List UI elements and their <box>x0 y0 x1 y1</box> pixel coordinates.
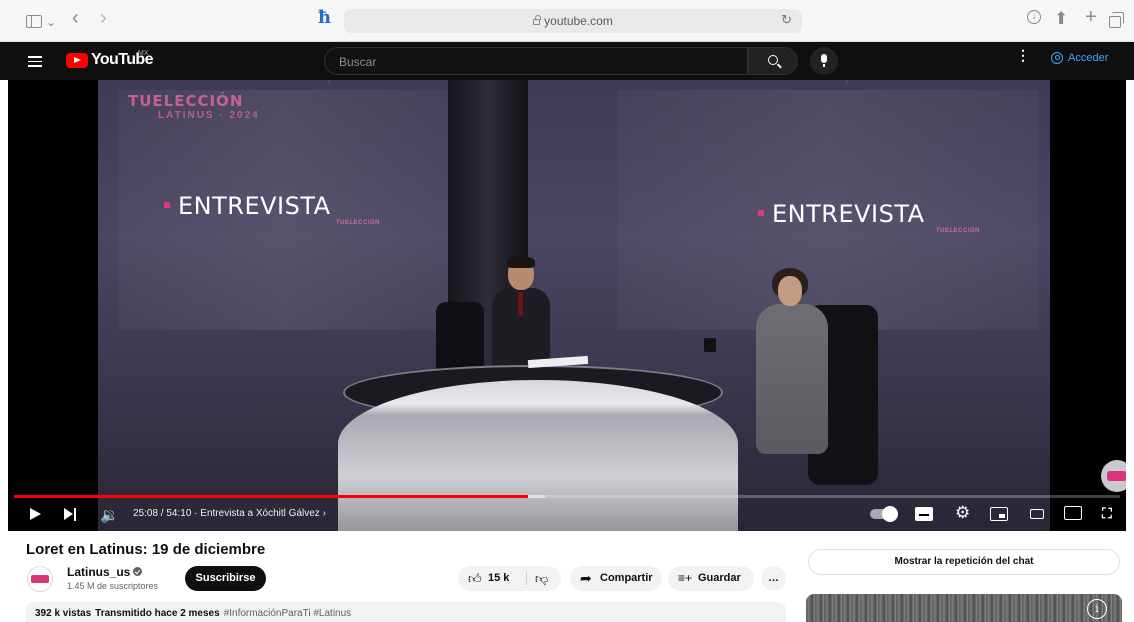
airplay-icon[interactable] <box>1064 506 1082 520</box>
subscriber-count: 1.45 M de suscriptores <box>67 581 159 591</box>
reload-icon[interactable]: ↻ <box>781 12 792 28</box>
share-button[interactable]: ➦ Compartir <box>570 566 662 591</box>
youtube-header: YouTube MX Buscar ⋮ Acceder <box>0 42 1134 80</box>
back-icon[interactable]: ‹ <box>72 8 79 28</box>
settings-gear-icon[interactable]: ⚙ <box>955 503 970 523</box>
channel-name[interactable]: Latinus_us <box>67 565 143 579</box>
overlay-brand-logo: TUELECCIÓN <box>128 92 244 110</box>
chapter-arrow-icon: › <box>322 508 326 519</box>
search-icon <box>768 55 778 65</box>
theater-mode-icon[interactable] <box>1030 509 1044 519</box>
show-chat-replay-button[interactable]: Mostrar la repetición del chat <box>808 549 1120 575</box>
more-options-icon[interactable]: ⋮ <box>1016 48 1030 62</box>
chapter-title: Entrevista a Xóchitl Gálvez <box>200 508 320 519</box>
next-icon[interactable] <box>64 508 78 521</box>
overlay-brand-sub: LATINUS · 2024 <box>158 110 260 121</box>
like-icon[interactable]: 👍︎ <box>468 566 482 591</box>
search-placeholder: Buscar <box>339 55 377 69</box>
forward-icon[interactable]: › <box>100 8 107 28</box>
divider <box>526 572 527 585</box>
extension-icon[interactable]: ħ <box>318 8 331 28</box>
mini-brand-right: TUELECCIÓN <box>936 228 980 234</box>
new-tab-icon[interactable]: + <box>1085 7 1097 27</box>
address-text: youtube.com <box>344 14 802 28</box>
channel-name-text: Latinus_us <box>67 565 131 579</box>
voice-search-button[interactable] <box>810 47 838 75</box>
microphone-icon <box>821 54 827 67</box>
description-box[interactable]: 392 k vistas Transmitido hace 2 meses #Inf… <box>26 602 786 622</box>
menu-icon[interactable] <box>28 56 42 67</box>
sign-in-label: Acceder <box>1068 52 1109 64</box>
search-input[interactable]: Buscar <box>324 47 748 75</box>
progress-bar[interactable] <box>14 495 1120 498</box>
interviewee-figure <box>746 268 836 458</box>
like-dislike-group: 👍︎ 15 k 👎︎ <box>458 566 561 591</box>
play-icon[interactable] <box>30 508 41 520</box>
url-text: youtube.com <box>544 14 613 28</box>
volume-icon[interactable]: 🔉 <box>100 506 119 524</box>
download-icon[interactable]: ↓ <box>1027 10 1041 24</box>
subscribe-button[interactable]: Suscribirse <box>185 566 266 591</box>
sidebar-thumbnail[interactable] <box>806 594 1122 622</box>
account-icon <box>1051 52 1063 64</box>
miniplayer-icon[interactable] <box>990 507 1008 521</box>
segment-title-left: ENTREVISTA <box>164 192 331 220</box>
address-bar[interactable]: youtube.com ↻ <box>344 9 802 33</box>
video-player[interactable]: TUELECCIÓN LATINUS · 2024 ENTREVISTA TUE… <box>8 80 1126 531</box>
hashtags[interactable]: #InformaciónParaTi #Latinus <box>224 608 351 619</box>
separator: · <box>194 508 198 519</box>
youtube-logo-icon[interactable] <box>66 53 88 68</box>
lock-icon <box>533 15 541 25</box>
save-button[interactable]: ≡+ Guardar <box>668 566 754 591</box>
like-count[interactable]: 15 k <box>488 566 509 591</box>
view-count: 392 k vistas <box>35 608 92 619</box>
time-chapter-display[interactable]: 25:08 / 54:10 · Entrevista a Xóchitl Gál… <box>133 508 326 519</box>
add-to-playlist-icon: ≡+ <box>678 571 693 585</box>
channel-avatar[interactable] <box>27 566 53 592</box>
chevron-down-icon[interactable]: ⌄ <box>46 12 56 32</box>
progress-played <box>14 495 529 498</box>
share-label: Compartir <box>600 572 653 584</box>
sidebar-icon[interactable] <box>26 15 42 28</box>
browser-toolbar: ⌄ ‹ › ħ youtube.com ↻ ↓ ⬆ + <box>0 0 1134 42</box>
segment-title-right: ENTREVISTA <box>758 200 925 228</box>
share-icon[interactable]: ⬆ <box>1054 9 1068 29</box>
fullscreen-icon[interactable]: ⛶ <box>1102 505 1112 522</box>
sign-in-button[interactable]: Acceder <box>1051 52 1108 64</box>
tabs-overview-icon[interactable] <box>1109 12 1124 28</box>
stream-date: Transmitido hace 2 meses <box>95 608 220 619</box>
share-arrow-icon: ➦ <box>580 570 592 586</box>
news-desk <box>338 380 738 531</box>
description-meta: 392 k vistas Transmitido hace 2 meses #Inf… <box>35 608 351 619</box>
autoplay-toggle[interactable] <box>870 506 898 522</box>
mug <box>704 338 716 352</box>
time-display: 25:08 / 54:10 <box>133 508 192 519</box>
search-button[interactable] <box>748 47 798 75</box>
dislike-icon[interactable]: 👎︎ <box>535 566 548 591</box>
verified-icon <box>133 567 143 576</box>
info-icon[interactable]: i <box>1087 599 1107 619</box>
region-code: MX <box>138 50 149 57</box>
save-label: Guardar <box>698 572 741 584</box>
more-actions-button[interactable]: … <box>761 566 786 591</box>
subtitles-icon[interactable] <box>915 507 933 521</box>
video-title: Loret en Latinus: 19 de diciembre <box>26 541 266 558</box>
mini-brand-left: TUELECCIÓN <box>336 220 380 226</box>
channel-watermark-icon[interactable] <box>1101 460 1126 492</box>
